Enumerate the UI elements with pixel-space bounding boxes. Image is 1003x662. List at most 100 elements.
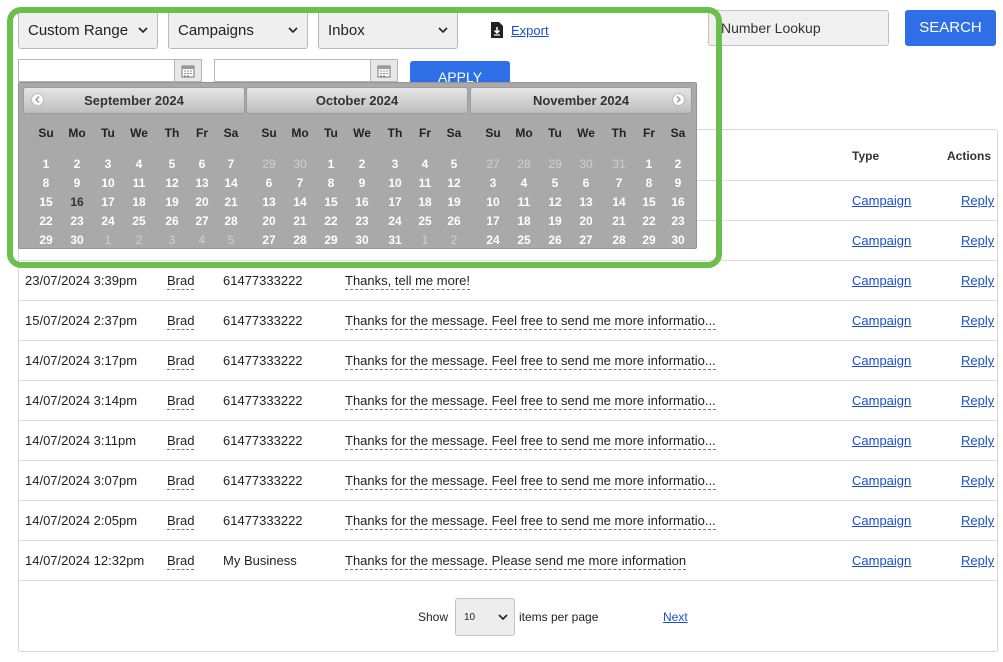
calendar-day[interactable]: 4	[509, 176, 539, 190]
calendar-day[interactable]: 19	[540, 214, 570, 228]
calendar-day[interactable]: 28	[604, 233, 634, 247]
calendar-day[interactable]: 14	[604, 195, 634, 209]
calendar-day[interactable]: 24	[93, 214, 123, 228]
type-link[interactable]: Campaign	[852, 193, 911, 208]
calendar-day[interactable]: 29	[634, 233, 664, 247]
type-link[interactable]: Campaign	[852, 393, 911, 408]
message-cell[interactable]: Thanks for the message. Feel free to sen…	[345, 513, 716, 530]
reply-link[interactable]: Reply	[961, 433, 994, 448]
calendar-day[interactable]: 17	[478, 214, 508, 228]
contact-cell[interactable]: Brad	[167, 353, 195, 370]
to-date-input[interactable]	[214, 59, 371, 82]
from-date-calendar-button[interactable]	[174, 59, 202, 82]
calendar-day[interactable]: 14	[216, 176, 246, 190]
type-link[interactable]: Campaign	[852, 513, 911, 528]
calendar-day[interactable]: 24	[380, 214, 410, 228]
calendar-day[interactable]: 20	[254, 214, 284, 228]
calendar-day[interactable]: 24	[478, 233, 508, 247]
reply-link[interactable]: Reply	[961, 193, 994, 208]
reply-link[interactable]: Reply	[961, 393, 994, 408]
calendar-day[interactable]: 15	[634, 195, 664, 209]
calendar-day[interactable]: 25	[509, 233, 539, 247]
calendar-day[interactable]: 29	[316, 233, 346, 247]
calendar-day[interactable]: 28	[509, 157, 539, 171]
calendar-day[interactable]: 5	[439, 157, 469, 171]
calendar-day[interactable]: 21	[604, 214, 634, 228]
number-lookup-input[interactable]: Number Lookup	[708, 10, 889, 46]
calendar-day[interactable]: 25	[124, 214, 154, 228]
next-page-link[interactable]: Next	[663, 610, 688, 624]
calendar-day[interactable]: 22	[31, 214, 61, 228]
calendar-day[interactable]: 29	[254, 157, 284, 171]
calendar-day[interactable]: 20	[187, 195, 217, 209]
calendar-day[interactable]: 18	[410, 195, 440, 209]
message-cell[interactable]: Thanks for the message. Please send me m…	[345, 553, 687, 570]
calendar-day[interactable]: 13	[187, 176, 217, 190]
calendar-day[interactable]: 4	[124, 157, 154, 171]
message-cell[interactable]: Thanks for the message. Feel free to sen…	[345, 393, 716, 410]
calendar-day[interactable]: 11	[124, 176, 154, 190]
message-cell[interactable]: Thanks for the message. Feel free to sen…	[345, 353, 716, 370]
calendar-day[interactable]: 5	[157, 157, 187, 171]
calendar-day[interactable]: 21	[285, 214, 315, 228]
calendar-day[interactable]: 13	[571, 195, 601, 209]
calendar-day[interactable]: 6	[571, 176, 601, 190]
calendar-day[interactable]: 11	[509, 195, 539, 209]
calendar-day[interactable]: 16	[347, 195, 377, 209]
reply-link[interactable]: Reply	[961, 313, 994, 328]
calendar-day[interactable]: 22	[316, 214, 346, 228]
calendar-day[interactable]: 9	[347, 176, 377, 190]
reply-link[interactable]: Reply	[961, 553, 994, 568]
calendar-day[interactable]: 19	[439, 195, 469, 209]
calendar-day[interactable]: 13	[254, 195, 284, 209]
calendar-day[interactable]: 1	[634, 157, 664, 171]
export-link[interactable]: Export	[511, 23, 549, 38]
type-link[interactable]: Campaign	[852, 433, 911, 448]
calendar-day[interactable]: 7	[285, 176, 315, 190]
calendar-day[interactable]: 26	[439, 214, 469, 228]
prev-month-button[interactable]	[31, 93, 44, 106]
calendar-day[interactable]: 30	[62, 233, 92, 247]
calendar-day[interactable]: 15	[31, 195, 61, 209]
reply-link[interactable]: Reply	[961, 513, 994, 528]
calendar-day[interactable]: 9	[62, 176, 92, 190]
calendar-day[interactable]: 1	[31, 157, 61, 171]
calendar-day[interactable]: 12	[157, 176, 187, 190]
search-button[interactable]: SEARCH	[905, 10, 996, 46]
calendar-day[interactable]: 22	[634, 214, 664, 228]
calendar-day[interactable]: 15	[316, 195, 346, 209]
calendar-day[interactable]: 17	[93, 195, 123, 209]
type-link[interactable]: Campaign	[852, 313, 911, 328]
calendar-day[interactable]: 26	[540, 233, 570, 247]
calendar-day[interactable]: 28	[216, 214, 246, 228]
type-link[interactable]: Campaign	[852, 353, 911, 368]
type-link[interactable]: Campaign	[852, 473, 911, 488]
message-cell[interactable]: Thanks, tell me more!	[345, 273, 470, 290]
calendar-day[interactable]: 8	[316, 176, 346, 190]
calendar-day[interactable]: 25	[410, 214, 440, 228]
calendar-day[interactable]: 2	[347, 157, 377, 171]
reply-link[interactable]: Reply	[961, 353, 994, 368]
calendar-day[interactable]: 30	[663, 233, 693, 247]
calendar-day[interactable]: 12	[439, 176, 469, 190]
calendar-day[interactable]: 18	[124, 195, 154, 209]
calendar-day[interactable]: 2	[663, 157, 693, 171]
calendar-day[interactable]: 20	[571, 214, 601, 228]
calendar-day[interactable]: 5	[216, 233, 246, 247]
calendar-day[interactable]: 1	[316, 157, 346, 171]
contact-cell[interactable]: Brad	[167, 273, 195, 290]
type-link[interactable]: Campaign	[852, 233, 911, 248]
per-page-select[interactable]: 10	[455, 598, 515, 636]
calendar-day[interactable]: 31	[380, 233, 410, 247]
calendar-day[interactable]: 12	[540, 195, 570, 209]
calendar-day[interactable]: 1	[410, 233, 440, 247]
calendar-day[interactable]: 30	[347, 233, 377, 247]
calendar-day[interactable]: 5	[540, 176, 570, 190]
calendar-day[interactable]: 7	[604, 176, 634, 190]
type-link[interactable]: Campaign	[852, 273, 911, 288]
calendar-day[interactable]: 7	[216, 157, 246, 171]
contact-cell[interactable]: Brad	[167, 473, 195, 490]
calendar-day[interactable]: 1	[93, 233, 123, 247]
calendar-day[interactable]: 18	[509, 214, 539, 228]
calendar-day[interactable]: 2	[439, 233, 469, 247]
